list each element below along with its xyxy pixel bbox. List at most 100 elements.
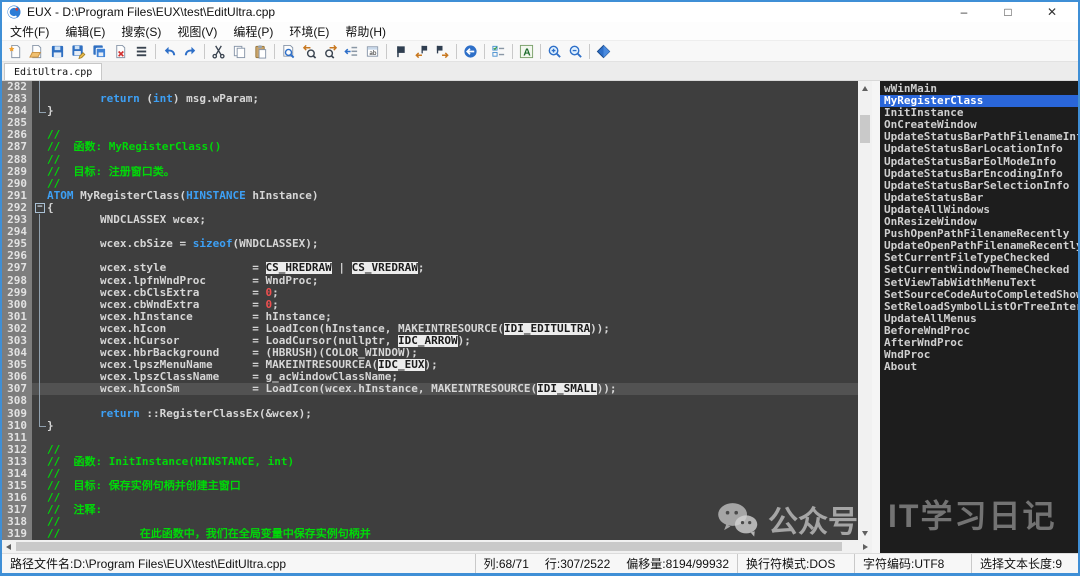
symbol-item[interactable]: SetCurrentFileTypeChecked <box>880 252 1078 264</box>
replace-icon[interactable]: ab <box>362 42 383 60</box>
code-line[interactable]: 296 <box>2 250 858 262</box>
scroll-up-icon[interactable] <box>862 86 868 91</box>
bookmark-prev-icon[interactable] <box>411 42 432 60</box>
new-file-icon[interactable] <box>5 42 26 60</box>
symbol-item[interactable]: UpdateStatusBarSelectionInfo <box>880 180 1078 192</box>
code-line[interactable]: 288// <box>2 154 858 166</box>
code-line[interactable]: 303 wcex.hCursor = LoadCursor(nullptr, I… <box>2 335 858 347</box>
save-icon[interactable] <box>47 42 68 60</box>
code-line[interactable]: 308 <box>2 395 858 407</box>
symbol-item[interactable]: SetViewTabWidthMenuText <box>880 277 1078 289</box>
code-line[interactable]: 309 return ::RegisterClassEx(&wcex); <box>2 408 858 420</box>
maximize-icon[interactable]: □ <box>986 2 1030 22</box>
highlight-icon[interactable]: A <box>516 42 537 60</box>
redo-icon[interactable] <box>180 42 201 60</box>
goto-line-icon[interactable] <box>341 42 362 60</box>
symbol-item[interactable]: UpdateStatusBarLocationInfo <box>880 143 1078 155</box>
checklist-icon[interactable] <box>488 42 509 60</box>
code-line[interactable]: 304 wcex.hbrBackground = (HBRUSH)(COLOR_… <box>2 347 858 359</box>
symbol-item[interactable]: About <box>880 361 1078 373</box>
symbol-item[interactable]: wWinMain <box>880 83 1078 95</box>
code-line[interactable]: 285 <box>2 117 858 129</box>
scroll-left-icon[interactable] <box>6 544 11 550</box>
code-line[interactable]: 289// 目标: 注册窗口类。 <box>2 166 858 178</box>
code-line[interactable]: 310} <box>2 420 858 432</box>
symbol-item[interactable]: PushOpenPathFilenameRecently <box>880 228 1078 240</box>
code-line[interactable]: 290// <box>2 178 858 190</box>
horizontal-scroll-thumb[interactable] <box>16 542 842 551</box>
bookmark-icon[interactable] <box>390 42 411 60</box>
symbol-item[interactable]: UpdateStatusBar <box>880 192 1078 204</box>
cut-icon[interactable] <box>208 42 229 60</box>
code-line[interactable]: 286// <box>2 129 858 141</box>
close-icon[interactable]: ✕ <box>1030 2 1074 22</box>
code-line[interactable]: 314// <box>2 468 858 480</box>
code-line[interactable]: 287// 函数: MyRegisterClass() <box>2 141 858 153</box>
code-line[interactable]: 282 <box>2 81 858 93</box>
menu-item-p[interactable]: 编程(P) <box>225 22 281 41</box>
bookmark-next-icon[interactable] <box>432 42 453 60</box>
symbol-item[interactable]: UpdateStatusBarEolModeInfo <box>880 156 1078 168</box>
open-file-icon[interactable] <box>26 42 47 60</box>
symbol-item[interactable]: SetReloadSymbolListOrTreeInterva <box>880 301 1078 313</box>
menu-item-e[interactable]: 编辑(E) <box>57 22 113 41</box>
symbol-item[interactable]: WndProc <box>880 349 1078 361</box>
scroll-right-icon[interactable] <box>863 544 868 550</box>
code-line[interactable]: 311 <box>2 432 858 444</box>
symbol-item[interactable]: AfterWndProc <box>880 337 1078 349</box>
code-line[interactable]: 297 wcex.style = CS_HREDRAW | CS_VREDRAW… <box>2 262 858 274</box>
code-line[interactable]: 293 WNDCLASSEX wcex; <box>2 214 858 226</box>
code-line[interactable]: 313// 函数: InitInstance(HINSTANCE, int) <box>2 456 858 468</box>
symbol-item[interactable]: OnResizeWindow <box>880 216 1078 228</box>
symbol-item[interactable]: UpdateAllWindows <box>880 204 1078 216</box>
symbol-item[interactable]: BeforeWndProc <box>880 325 1078 337</box>
symbol-item[interactable]: UpdateStatusBarPathFilenameInfo <box>880 131 1078 143</box>
symbol-item-selected[interactable]: MyRegisterClass <box>880 95 1078 107</box>
symbol-item[interactable]: OnCreateWindow <box>880 119 1078 131</box>
symbol-item[interactable]: SetCurrentWindowThemeChecked <box>880 264 1078 276</box>
editor-vertical-scrollbar[interactable] <box>858 81 872 540</box>
editor-horizontal-scrollbar[interactable] <box>2 540 872 553</box>
back-icon[interactable] <box>460 42 481 60</box>
code-line[interactable]: 294 <box>2 226 858 238</box>
menu-item-s[interactable]: 搜索(S) <box>113 22 169 41</box>
code-line[interactable]: 299 wcex.cbClsExtra = 0; <box>2 287 858 299</box>
zoom-in-icon[interactable] <box>544 42 565 60</box>
minimize-icon[interactable]: – <box>942 2 986 22</box>
splitter[interactable] <box>872 81 880 553</box>
code-line[interactable]: 319// 在此函数中，我们在全局变量中保存实例句柄并 <box>2 528 858 540</box>
code-line[interactable]: 291ATOM MyRegisterClass(HINSTANCE hInsta… <box>2 190 858 202</box>
code-line[interactable]: 284} <box>2 105 858 117</box>
copy-icon[interactable] <box>229 42 250 60</box>
code-line[interactable]: 298 wcex.lpfnWndProc = WndProc; <box>2 275 858 287</box>
find-icon[interactable] <box>278 42 299 60</box>
code-line[interactable]: 295 wcex.cbSize = sizeof(WNDCLASSEX); <box>2 238 858 250</box>
undo-icon[interactable] <box>159 42 180 60</box>
menu-item-e[interactable]: 环境(E) <box>281 22 337 41</box>
code-line[interactable]: 306 wcex.lpszClassName = g_acWindowClass… <box>2 371 858 383</box>
code-line[interactable]: 315// 目标: 保存实例句柄并创建主窗口 <box>2 480 858 492</box>
code-line[interactable]: 292−{ <box>2 202 858 214</box>
code-line[interactable]: 300 wcex.cbWndExtra = 0; <box>2 299 858 311</box>
symbol-item[interactable]: InitInstance <box>880 107 1078 119</box>
symbol-item[interactable]: UpdateOpenPathFilenameRecently <box>880 240 1078 252</box>
menu-item-h[interactable]: 帮助(H) <box>337 22 394 41</box>
code-line[interactable]: 302 wcex.hIcon = LoadIcon(hInstance, MAK… <box>2 323 858 335</box>
paste-icon[interactable] <box>250 42 271 60</box>
find-prev-icon[interactable] <box>299 42 320 60</box>
code-line[interactable]: 312// <box>2 444 858 456</box>
code-lines[interactable]: 282283 return (int) msg.wParam;284}28528… <box>2 81 858 540</box>
menu-item-v[interactable]: 视图(V) <box>169 22 225 41</box>
code-line[interactable]: 283 return (int) msg.wParam; <box>2 93 858 105</box>
symbol-item[interactable]: UpdateAllMenus <box>880 313 1078 325</box>
save-all-icon[interactable] <box>89 42 110 60</box>
code-line[interactable]: 307 wcex.hIconSm = LoadIcon(wcex.hInstan… <box>2 383 858 395</box>
code-line[interactable]: 316// <box>2 492 858 504</box>
zoom-out-icon[interactable] <box>565 42 586 60</box>
code-line[interactable]: 317// 注释: <box>2 504 858 516</box>
code-editor[interactable]: 282283 return (int) msg.wParam;284}28528… <box>2 81 872 553</box>
menu-item-f[interactable]: 文件(F) <box>2 22 57 41</box>
symbol-item[interactable]: SetSourceCodeAutoCompletedShowAf <box>880 289 1078 301</box>
find-next-icon[interactable] <box>320 42 341 60</box>
symbol-item[interactable]: UpdateStatusBarEncodingInfo <box>880 168 1078 180</box>
